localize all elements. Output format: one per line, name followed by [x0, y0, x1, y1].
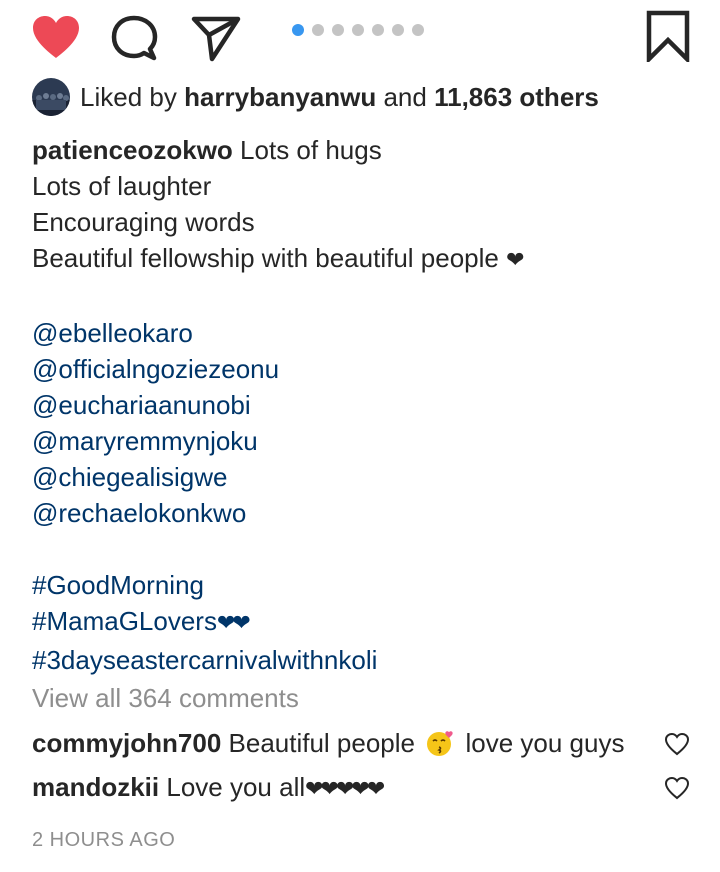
hashtag-link[interactable]: #3dayseastercarnivalwithnkoli: [32, 645, 377, 675]
mention-line: @ebelleokaro: [32, 315, 692, 351]
mention-line: @chiegealisigwe: [32, 459, 692, 495]
carousel-dot: [412, 24, 424, 36]
heart-emoji: ❤: [506, 248, 525, 273]
likes-count[interactable]: 11,863 others: [434, 82, 599, 112]
liker-username[interactable]: harrybanyanwu: [184, 82, 376, 112]
mention-link[interactable]: @officialngoziezeonu: [32, 354, 279, 384]
likes-text: Liked by harrybanyanwu and 11,863 others: [80, 82, 599, 113]
hashtag-link[interactable]: #GoodMorning: [32, 570, 204, 600]
like-comment-button[interactable]: [664, 732, 690, 756]
mention-link[interactable]: @chiegealisigwe: [32, 462, 228, 492]
bookmark-icon: [646, 10, 690, 62]
caption-text-4: Beautiful fellowship with beautiful peop…: [32, 243, 507, 273]
mention-link[interactable]: @rechaelokonkwo: [32, 498, 246, 528]
comment-username[interactable]: commyjohn700: [32, 728, 221, 758]
caption-author[interactable]: patienceozokwo: [32, 135, 233, 165]
carousel-dot-active: [292, 24, 304, 36]
likes-row: Liked by harrybanyanwu and 11,863 others: [32, 77, 599, 117]
carousel-dot: [332, 24, 344, 36]
like-comment-button[interactable]: [664, 776, 690, 800]
hashtag-link[interactable]: #MamaGLovers: [32, 606, 217, 636]
like-button[interactable]: [30, 14, 82, 60]
comment-username[interactable]: mandozkii: [32, 772, 159, 802]
carousel-dot: [312, 24, 324, 36]
caption-line-3: Encouraging words: [32, 207, 255, 237]
comment-text: love you guys: [458, 728, 625, 758]
comment-text: Love you all: [159, 772, 306, 802]
caption-line-1: patienceozokwo Lots of hugs: [32, 132, 692, 168]
likes-prefix: Liked by: [80, 81, 185, 112]
heart-emoji: ❤❤: [216, 611, 251, 636]
hashtag-line: #MamaGLovers❤❤: [32, 603, 692, 642]
kissing-face-emoji: [427, 731, 453, 756]
save-button[interactable]: [644, 10, 692, 62]
share-button[interactable]: [190, 13, 242, 63]
post-caption: patienceozokwo Lots of hugs Lots of laug…: [32, 132, 692, 678]
mention-line: @maryremmynjoku: [32, 423, 692, 459]
mention-link[interactable]: @ebelleokaro: [32, 318, 193, 348]
post-timestamp: 2 HOURS AGO: [32, 829, 176, 851]
hashtag-line: #GoodMorning: [32, 567, 692, 603]
caption-line-4: Beautiful fellowship with beautiful peop…: [32, 240, 692, 279]
likes-middle: and: [376, 81, 435, 112]
carousel-dot: [392, 24, 404, 36]
mention-link[interactable]: @euchariaanunobi: [32, 390, 251, 420]
comment-icon: [111, 15, 158, 61]
heart-filled-icon: [33, 16, 79, 58]
comment-button[interactable]: [110, 14, 160, 62]
paper-plane-icon: [191, 16, 241, 62]
mention-line: @rechaelokonkwo: [32, 495, 692, 531]
carousel-dot: [372, 24, 384, 36]
mention-link[interactable]: @maryremmynjoku: [32, 426, 258, 456]
heart-outline-icon: [664, 732, 690, 756]
comment-text: Beautiful people: [221, 728, 423, 758]
hashtag-line: #3dayseastercarnivalwithnkoli: [32, 642, 692, 678]
avatar[interactable]: [32, 78, 70, 116]
mention-line: @euchariaanunobi: [32, 387, 692, 423]
comment-item: mandozkii Love you all❤❤❤❤❤: [32, 770, 662, 807]
carousel-indicator: [292, 23, 424, 37]
caption-line-2: Lots of laughter: [32, 171, 212, 201]
caption-text-1: Lots of hugs: [232, 135, 382, 165]
comment-item: commyjohn700 Beautiful people love you g…: [32, 726, 662, 760]
mention-line: @officialngoziezeonu: [32, 351, 692, 387]
carousel-dot: [352, 24, 364, 36]
heart-outline-icon: [664, 776, 690, 800]
heart-emoji: ❤❤❤❤❤: [305, 777, 385, 802]
post-action-bar: [0, 0, 720, 76]
view-all-comments-link[interactable]: View all 364 comments: [32, 681, 299, 715]
